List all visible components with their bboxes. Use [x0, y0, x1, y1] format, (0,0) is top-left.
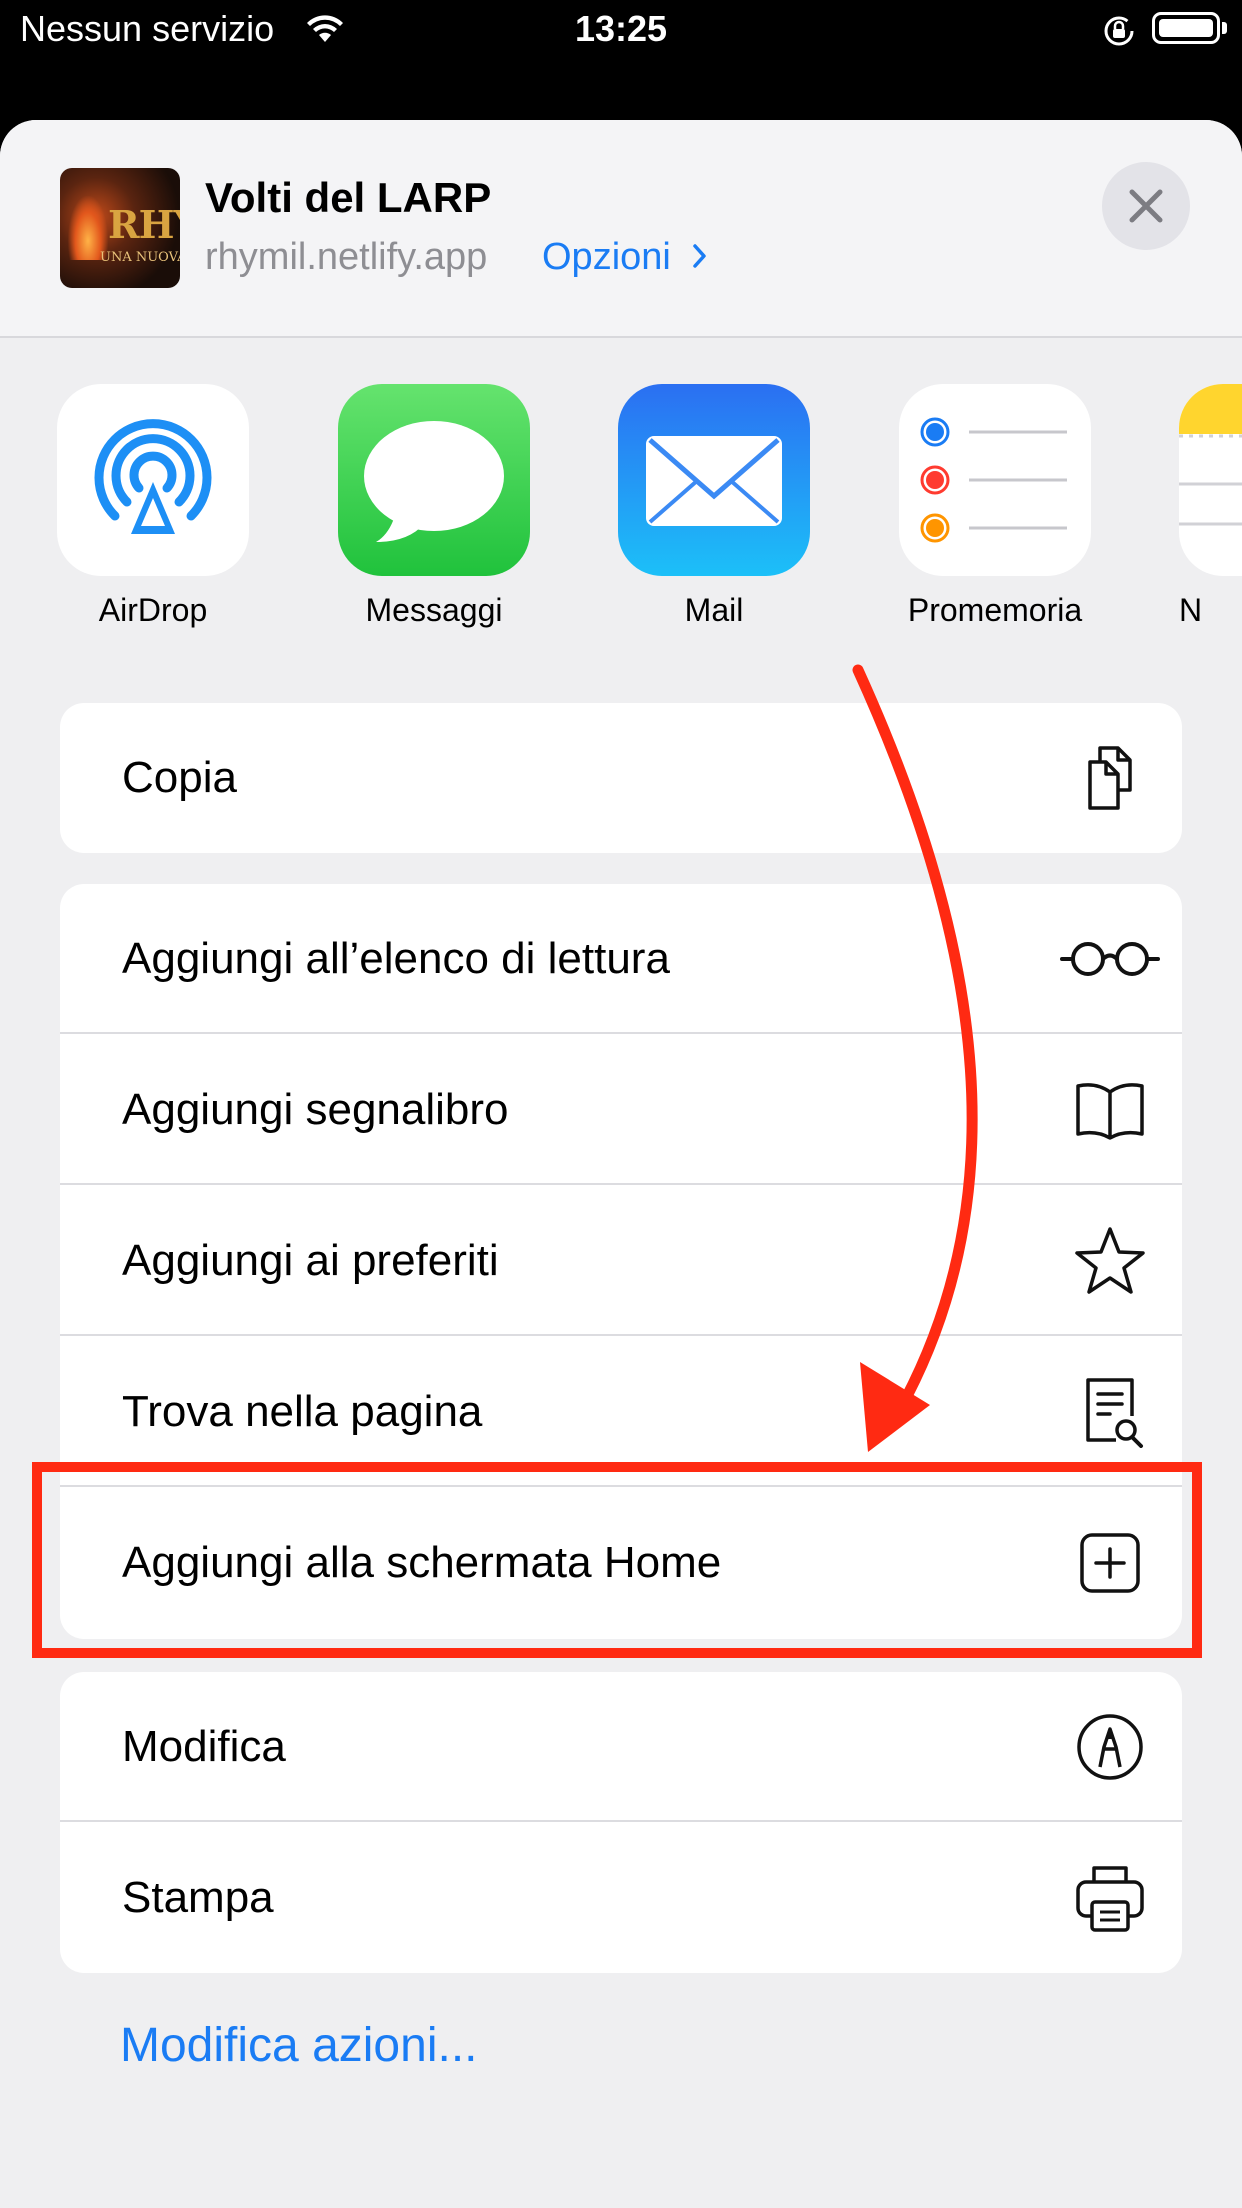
chevron-right-icon — [693, 244, 706, 268]
close-icon — [1129, 189, 1163, 223]
share-header: RHYMI UNA NUOVA E Volti del LARP rhymil.… — [0, 120, 1242, 336]
action-label: Aggiungi ai preferiti — [122, 1236, 499, 1285]
site-thumbnail: RHYMI UNA NUOVA E — [60, 168, 180, 288]
book-icon — [1076, 1083, 1144, 1140]
copy-action[interactable]: Copia — [60, 703, 1182, 853]
page-title: Volti del LARP — [205, 174, 492, 221]
copy-icon — [1088, 746, 1132, 810]
options-link[interactable]: Opzioni — [542, 236, 671, 279]
thumbnail-logo-text: RHYMI — [108, 202, 180, 247]
markup-action[interactable]: Modifica — [60, 1672, 1182, 1822]
app-label: Mail — [684, 592, 744, 628]
action-label: Aggiungi all’elenco di lettura — [122, 934, 670, 983]
mail-icon — [618, 384, 810, 576]
action-group-copy: Copia — [60, 703, 1182, 853]
print-action[interactable]: Stampa — [60, 1823, 1182, 1973]
bookmark-action[interactable]: Aggiungi segnalibro — [60, 1035, 1182, 1185]
reading-list-action[interactable]: Aggiungi all’elenco di lettura — [60, 884, 1182, 1034]
action-group-other: Modifica Stampa — [60, 1672, 1182, 1973]
status-bar: Nessun servizio 13:25 — [0, 0, 1242, 120]
app-label: Promemoria — [907, 592, 1083, 628]
star-icon — [1075, 1227, 1145, 1294]
reminders-icon — [899, 384, 1091, 576]
printer-icon — [1076, 1866, 1144, 1932]
close-button[interactable] — [1102, 162, 1190, 250]
battery-icon — [1152, 12, 1220, 44]
page-url: rhymil.netlify.app — [205, 236, 488, 278]
app-label: Messaggi — [365, 592, 503, 628]
notes-icon — [1179, 384, 1242, 576]
favorites-action[interactable]: Aggiungi ai preferiti — [60, 1186, 1182, 1336]
header-divider — [0, 336, 1242, 338]
find-page-icon — [1086, 1378, 1143, 1448]
action-label: Aggiungi segnalibro — [122, 1085, 509, 1134]
clock: 13:25 — [574, 8, 668, 49]
rotation-lock-icon — [1104, 16, 1134, 46]
app-label: N — [1179, 592, 1203, 628]
messages-icon — [338, 384, 530, 576]
share-sheet: RHYMI UNA NUOVA E Volti del LARP rhymil.… — [0, 120, 1242, 2208]
action-label: Stampa — [122, 1873, 274, 1922]
thumbnail-subtext: UNA NUOVA E — [100, 250, 180, 265]
airdrop-icon — [57, 384, 249, 576]
edit-actions-link[interactable]: Modifica azioni... — [120, 2018, 478, 2073]
highlight-box — [32, 1462, 1202, 1658]
markup-icon — [1077, 1714, 1143, 1780]
glasses-icon — [1060, 942, 1160, 976]
app-label: AirDrop — [98, 592, 208, 628]
action-label: Copia — [122, 753, 237, 802]
action-label: Modifica — [122, 1722, 286, 1771]
